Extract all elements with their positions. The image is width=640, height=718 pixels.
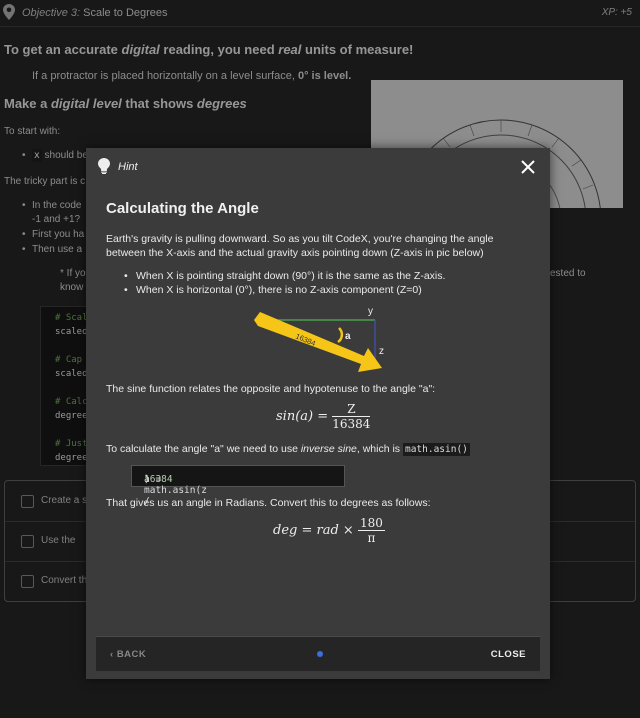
gravity-diagram: y z a 16384: [254, 306, 384, 372]
hint-header: Hint: [86, 148, 550, 188]
back-button[interactable]: ‹ BACK: [110, 649, 146, 660]
y-axis-label: y: [368, 306, 373, 317]
page-indicator-dot[interactable]: [317, 651, 323, 657]
hint-bullet: When X is pointing straight down (90°) i…: [124, 270, 445, 282]
angle-arc: [337, 327, 344, 344]
angle-label: a: [345, 331, 351, 342]
close-icon[interactable]: [520, 159, 536, 175]
hint-label: Hint: [118, 161, 138, 173]
hint-paragraph: The sine function relates the opposite a…: [106, 383, 436, 395]
code-snippet: a = math.asin(z / 16384): [131, 465, 345, 507]
hint-paragraph: Earth's gravity is pulling downward. So …: [106, 233, 494, 259]
hint-modal: Hint Calculating the Angle Earth's gravi…: [86, 148, 550, 679]
z-axis-label: z: [379, 346, 384, 357]
close-button[interactable]: CLOSE: [491, 649, 526, 660]
hint-paragraph: To calculate the angle "a" we need to us…: [106, 443, 470, 456]
hint-bullet: When X is horizontal (0°), there is no Z…: [124, 284, 422, 296]
degree-equation: deg = rad × 180 π: [273, 516, 385, 545]
codex-arrow: [254, 312, 382, 372]
chevron-left-icon: ‹: [110, 649, 114, 660]
hint-footer: ‹ BACK CLOSE: [96, 636, 540, 671]
hint-paragraph: That gives us an angle in Radians. Conve…: [106, 497, 431, 509]
lightbulb-icon: [98, 158, 110, 174]
sine-equation: sin(a) = Z 16384: [276, 402, 371, 431]
hint-title: Calculating the Angle: [106, 200, 259, 217]
arrow-value-label: 16384: [294, 332, 317, 348]
